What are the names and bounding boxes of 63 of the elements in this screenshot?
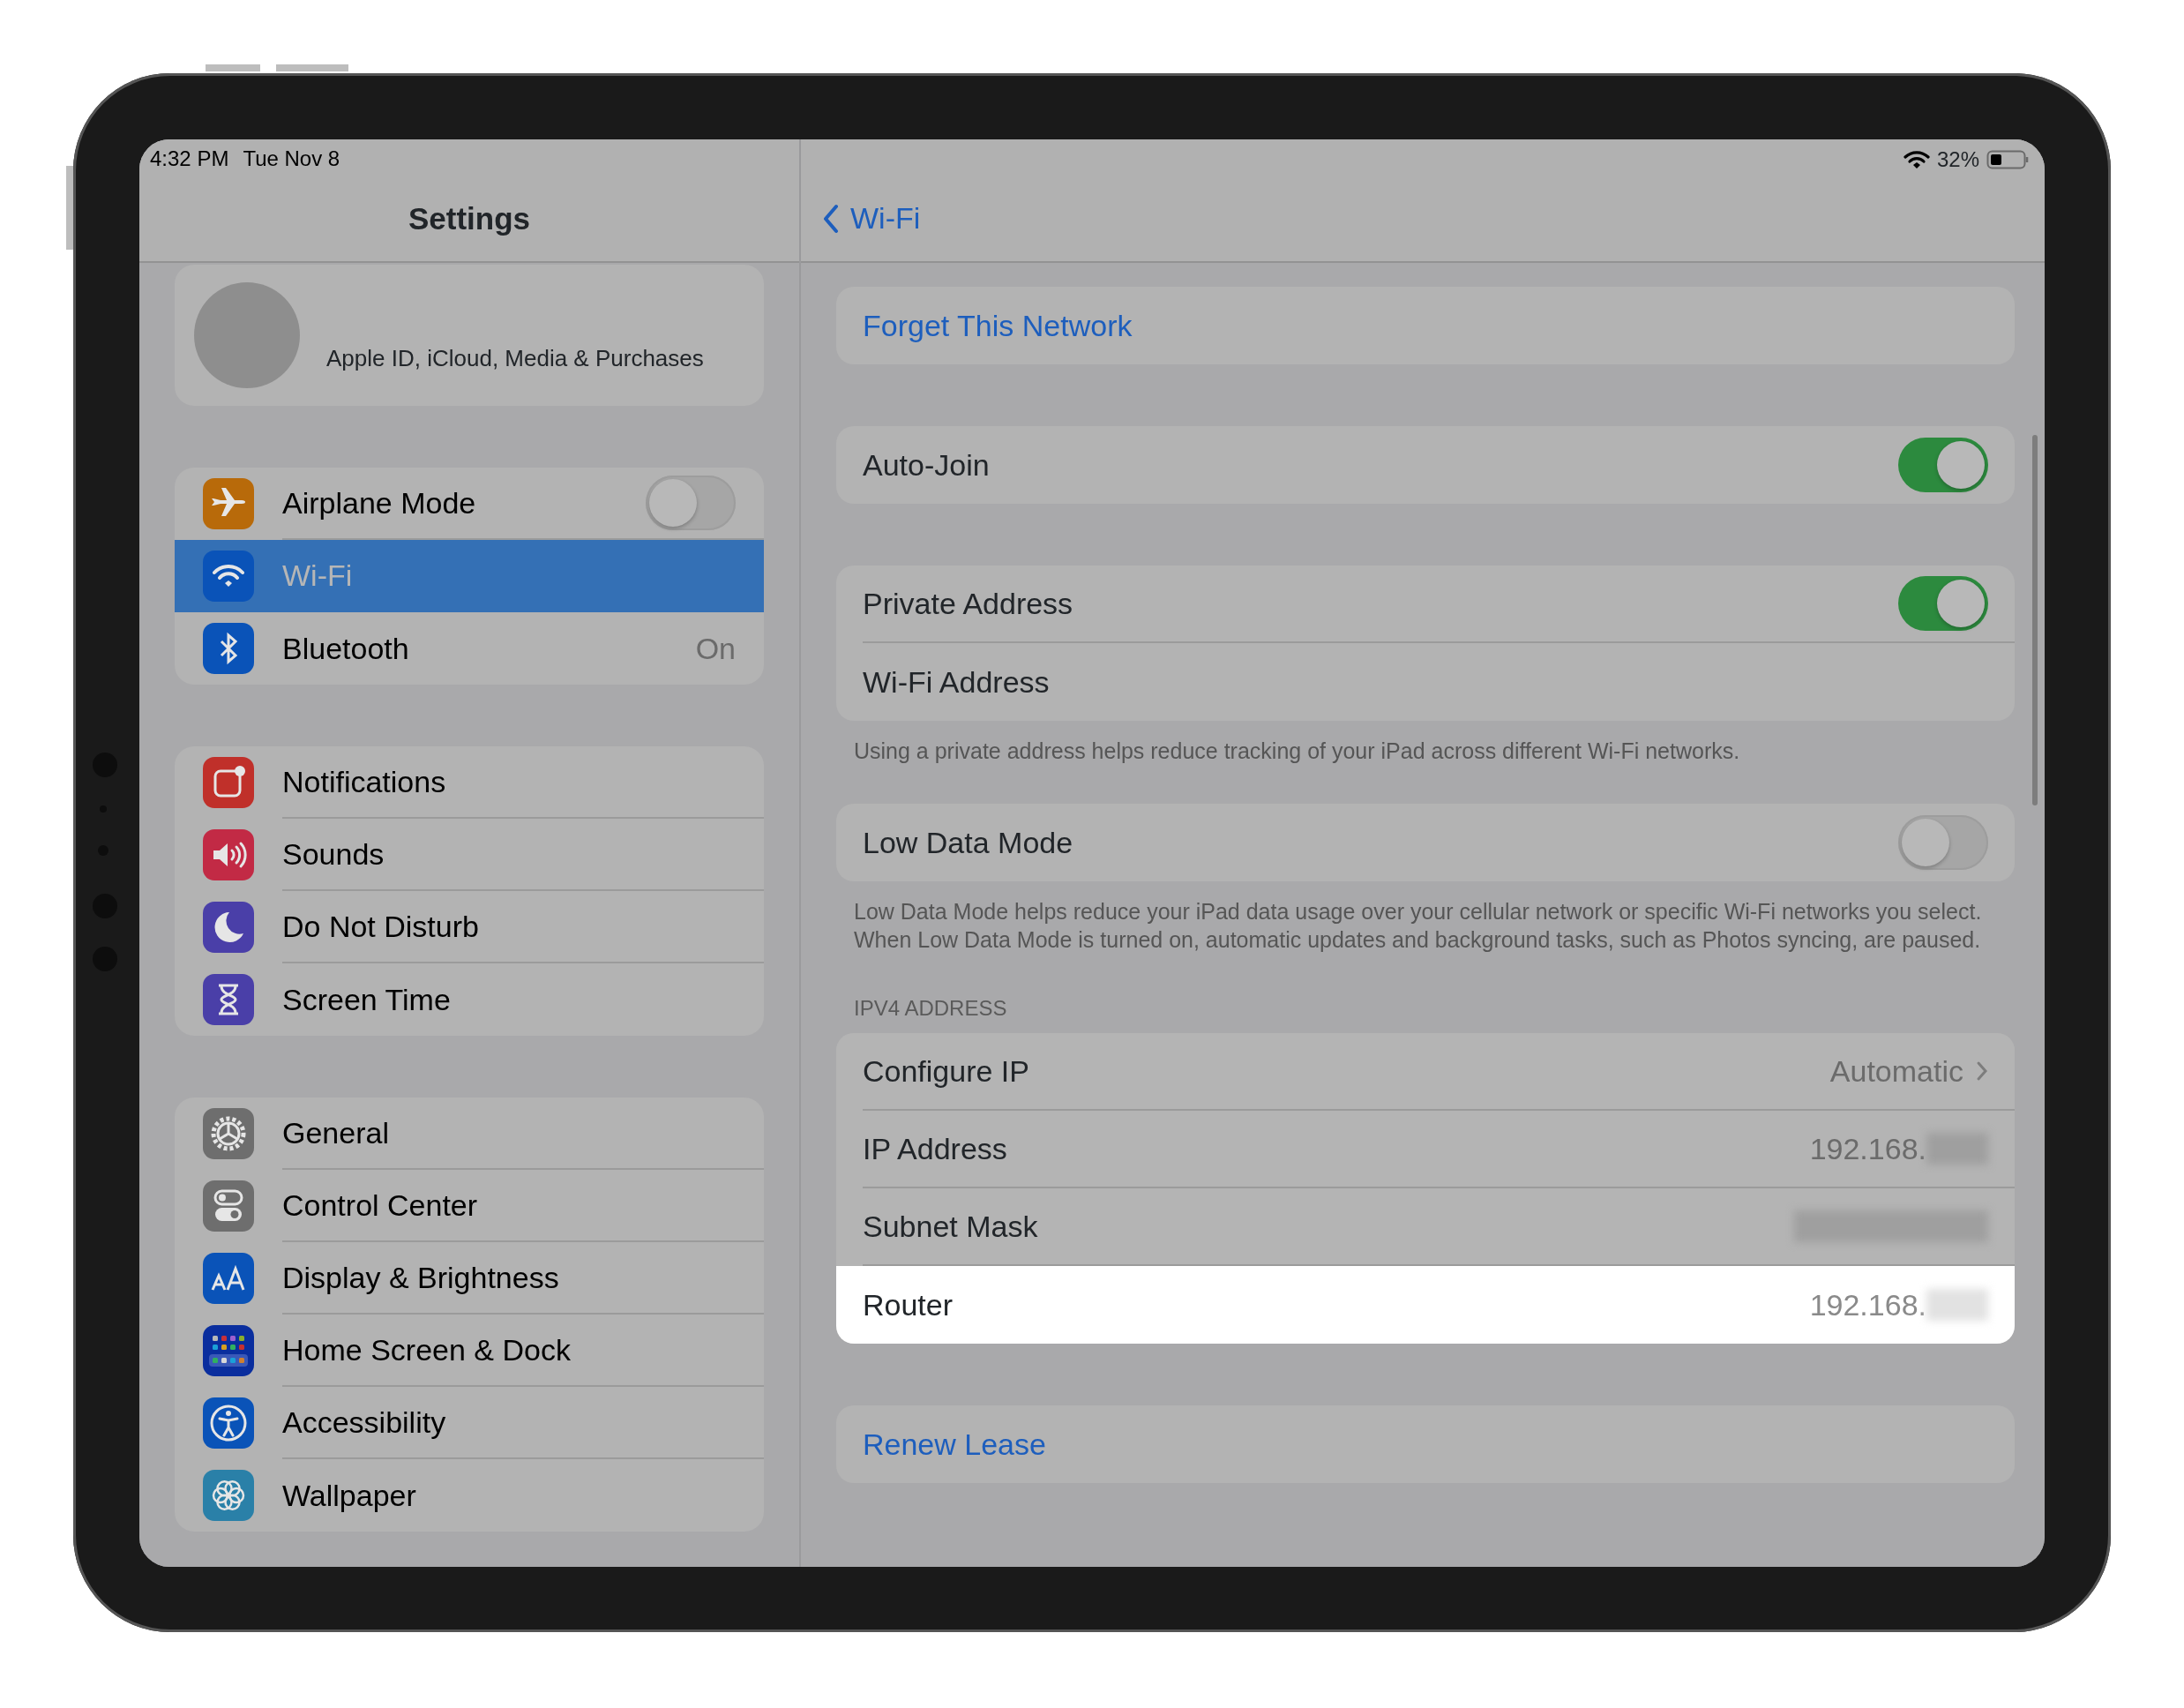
item-label: Control Center bbox=[282, 1187, 479, 1224]
wifi-signal-icon bbox=[1903, 150, 1930, 169]
item-label: Sounds bbox=[282, 835, 385, 873]
item-label: Display & Brightness bbox=[282, 1259, 560, 1296]
status-time: 4:32 PM bbox=[150, 146, 229, 172]
row-value: 192.168. bbox=[1809, 1286, 1926, 1323]
footnote: Low Data Mode helps reduce your iPad data usage over your cellular network or specific Wi-Fi networks you select. When Low Data Mode is turned on, automatic updates and background tasks, such as Photos syncing, are paused. bbox=[853, 898, 1983, 954]
sidebar-item[interactable]: Do Not Disturb bbox=[175, 891, 764, 963]
bluetooth-icon bbox=[203, 623, 254, 674]
profile-label: Apple ID, iCloud, Media & Purchases bbox=[326, 343, 704, 373]
item-label: Wallpaper bbox=[282, 1477, 417, 1514]
toggles-icon bbox=[203, 1180, 254, 1232]
battery-icon bbox=[1986, 149, 2031, 170]
row-value: Automatic bbox=[1829, 1053, 1963, 1090]
gear-icon bbox=[203, 1108, 254, 1159]
item-label: Bluetooth bbox=[282, 630, 410, 667]
row-label: IP Address bbox=[863, 1130, 1008, 1167]
sidebar-item[interactable]: Display & Brightness bbox=[175, 1242, 764, 1315]
notification-icon bbox=[203, 757, 254, 808]
row-label: Wi-Fi Address bbox=[863, 663, 1051, 700]
item-label: Home Screen & Dock bbox=[282, 1331, 572, 1368]
row-value: 192.168. bbox=[1809, 1130, 1926, 1167]
row-label: Private Address bbox=[863, 585, 1074, 622]
sidebar-item[interactable]: Control Center bbox=[175, 1170, 764, 1242]
sidebar-item[interactable]: Sounds bbox=[175, 819, 764, 891]
status-date: Tue Nov 8 bbox=[243, 146, 340, 172]
item-label: Screen Time bbox=[282, 981, 452, 1018]
item-label: Notifications bbox=[282, 763, 447, 800]
sidebar-item[interactable]: Accessibility bbox=[175, 1387, 764, 1459]
chevron-left-icon bbox=[822, 203, 840, 234]
airplane-icon bbox=[203, 478, 254, 529]
app-grid-icon bbox=[203, 1325, 254, 1376]
row-label: Auto-Join bbox=[863, 446, 991, 483]
row-label: Low Data Mode bbox=[863, 824, 1074, 861]
row-label: Subnet Mask bbox=[863, 1208, 1039, 1245]
flower-icon bbox=[203, 1470, 254, 1521]
sidebar-item[interactable]: Home Screen & Dock bbox=[175, 1315, 764, 1387]
hourglass-icon bbox=[203, 974, 254, 1025]
row-label: Router bbox=[863, 1286, 954, 1323]
battery-percent: 32% bbox=[1936, 146, 1979, 173]
text-size-icon bbox=[203, 1253, 254, 1304]
item-value: On bbox=[695, 630, 736, 667]
blurred-redaction bbox=[1926, 1289, 1988, 1321]
wifi-icon bbox=[203, 551, 254, 602]
profile-card[interactable]: Apple ID, iCloud, Media & Purchases bbox=[175, 265, 764, 406]
chevron-right-icon bbox=[1976, 1060, 1988, 1082]
section-header: IPV4 ADDRESS bbox=[853, 995, 1008, 1022]
sidebar-item[interactable]: Wallpaper bbox=[175, 1459, 764, 1532]
sidebar-item[interactable]: Bluetooth On bbox=[175, 612, 764, 685]
sidebar-title: Settings bbox=[407, 200, 532, 237]
sidebar-item[interactable]: Screen Time bbox=[175, 963, 764, 1036]
item-label: Accessibility bbox=[282, 1404, 447, 1441]
speaker-icon bbox=[203, 829, 254, 880]
accessibility-icon bbox=[203, 1397, 254, 1449]
moon-icon bbox=[203, 902, 254, 953]
item-label: General bbox=[282, 1114, 390, 1151]
item-label: Wi-Fi bbox=[282, 557, 354, 594]
footnote: Using a private address helps reduce tracking of your iPad across different Wi-Fi networks. bbox=[853, 738, 1741, 765]
sidebar-item[interactable]: Notifications bbox=[175, 746, 764, 819]
row-label: Configure IP bbox=[863, 1053, 1030, 1090]
sidebar-item[interactable]: General bbox=[175, 1097, 764, 1170]
item-label: Do Not Disturb bbox=[282, 908, 480, 945]
item-label: Airplane Mode bbox=[282, 484, 477, 521]
